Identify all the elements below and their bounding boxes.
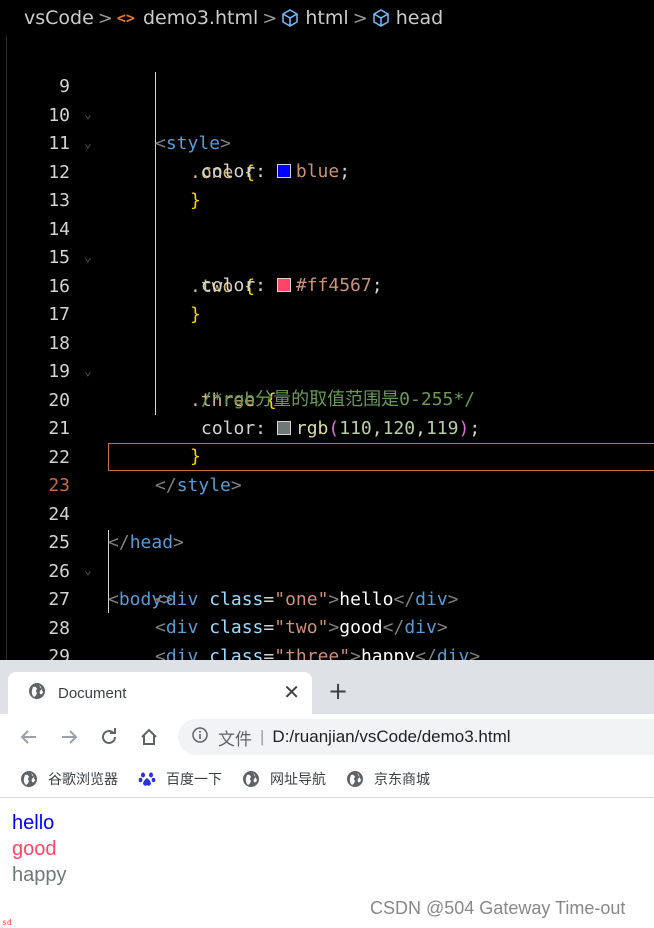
address-separator: |	[260, 727, 265, 746]
code-line[interactable]: 29 </body>	[0, 614, 654, 660]
url-text[interactable]: D:/ruanjian/vsCode/demo3.html	[272, 727, 510, 747]
chevron-right-icon: >	[97, 7, 113, 29]
bookmark-item[interactable]: 网址导航	[242, 769, 326, 789]
tab-title: Document	[58, 684, 127, 702]
browser-toolbar: 文件 | D:/ruanjian/vsCode/demo3.html	[0, 714, 654, 760]
baidu-paw-icon	[138, 772, 156, 786]
code-line[interactable]: 25 ⌄ <body>	[0, 500, 654, 610]
address-bar[interactable]: 文件 | D:/ruanjian/vsCode/demo3.html	[178, 719, 654, 755]
breadcrumb-file[interactable]: demo3.html	[143, 7, 258, 29]
code-line[interactable]: 18 ⌄ .three {	[0, 301, 654, 411]
file-scheme-label: 文件	[218, 729, 252, 749]
cube-icon	[281, 9, 299, 27]
home-icon[interactable]	[138, 726, 160, 748]
code-line[interactable]: 17	[0, 272, 654, 325]
code-line[interactable]: 22 </style>	[0, 415, 654, 497]
tab-document[interactable]: Document ✕	[8, 672, 312, 714]
code-line[interactable]: 16 }	[0, 244, 654, 326]
bookmarks-bar: 谷歌浏览器 百度一下 网址导航 京东商城	[0, 760, 654, 798]
browser-window: Document ✕ + 文件 | D:/ruanjian/vsCode/dem…	[0, 660, 654, 928]
code-line[interactable]: 11 color: blue;	[0, 101, 654, 183]
chevron-right-icon: >	[352, 7, 368, 29]
forward-arrow-icon[interactable]	[58, 726, 80, 748]
breadcrumb-html[interactable]: html	[305, 7, 348, 29]
breadcrumb: vsCode > <> demo3.html > html > head	[0, 0, 654, 36]
bookmark-item[interactable]: 京东商城	[346, 769, 430, 789]
breadcrumb-folder[interactable]: vsCode	[24, 7, 94, 29]
code-line[interactable]: 26 <div class="one">hello</div>	[0, 529, 654, 611]
close-tab-icon[interactable]: ✕	[283, 680, 300, 704]
reload-icon[interactable]	[98, 726, 120, 748]
code-line[interactable]: 14 ⌄ .two {	[0, 187, 654, 297]
code-line[interactable]: 27 <div class="two">good</div>	[0, 557, 654, 639]
output-good: good	[12, 838, 57, 860]
watermark: CSDN @504 Gateway Time-out	[370, 898, 626, 918]
back-arrow-icon[interactable]	[18, 726, 40, 748]
new-tab-button[interactable]: +	[328, 677, 348, 705]
globe-icon	[243, 770, 259, 787]
bookmark-item[interactable]: 谷歌浏览器	[20, 769, 118, 789]
code-line[interactable]: 15 color: #ff4567;	[0, 215, 654, 297]
code-line[interactable]: 21 }	[0, 386, 654, 468]
output-happy: happy	[12, 864, 67, 886]
globe-icon	[28, 682, 46, 704]
code-line[interactable]: 19 /*rgb分量的取值范围是0-255*/	[0, 329, 654, 411]
code-line[interactable]: 24 </head>	[0, 472, 654, 554]
code-line[interactable]: 10 ⌄ .one {	[0, 73, 654, 183]
output-hello: hello	[12, 812, 55, 834]
breadcrumb-head[interactable]: head	[396, 7, 443, 29]
corner-text: sd	[2, 918, 12, 927]
code-line[interactable]: 30 </html>	[0, 643, 654, 660]
code-editor[interactable]: vsCode > <> demo3.html > html > head 9 ⌄…	[0, 0, 654, 660]
code-line[interactable]: 12 }	[0, 130, 654, 212]
globe-icon	[21, 770, 37, 787]
code-line[interactable]: 28 <div class="three">happy</div>	[0, 586, 654, 660]
chevron-right-icon: >	[262, 7, 278, 29]
html-file-icon: <>	[116, 9, 135, 27]
code-line-current[interactable]: 23	[0, 443, 654, 496]
info-icon[interactable]	[192, 726, 208, 748]
bookmark-item[interactable]: 百度一下	[138, 769, 222, 789]
code-line[interactable]: 13	[0, 158, 654, 211]
page-content: hello good happy CSDN @504 Gateway Time-…	[0, 798, 654, 928]
globe-icon	[347, 770, 363, 787]
cube-icon	[372, 9, 390, 27]
tab-strip: Document ✕ +	[0, 660, 654, 714]
code-line[interactable]: 9 ⌄ <style>	[0, 44, 654, 154]
code-line[interactable]: 20 color: rgb(110,120,119);	[0, 358, 654, 440]
